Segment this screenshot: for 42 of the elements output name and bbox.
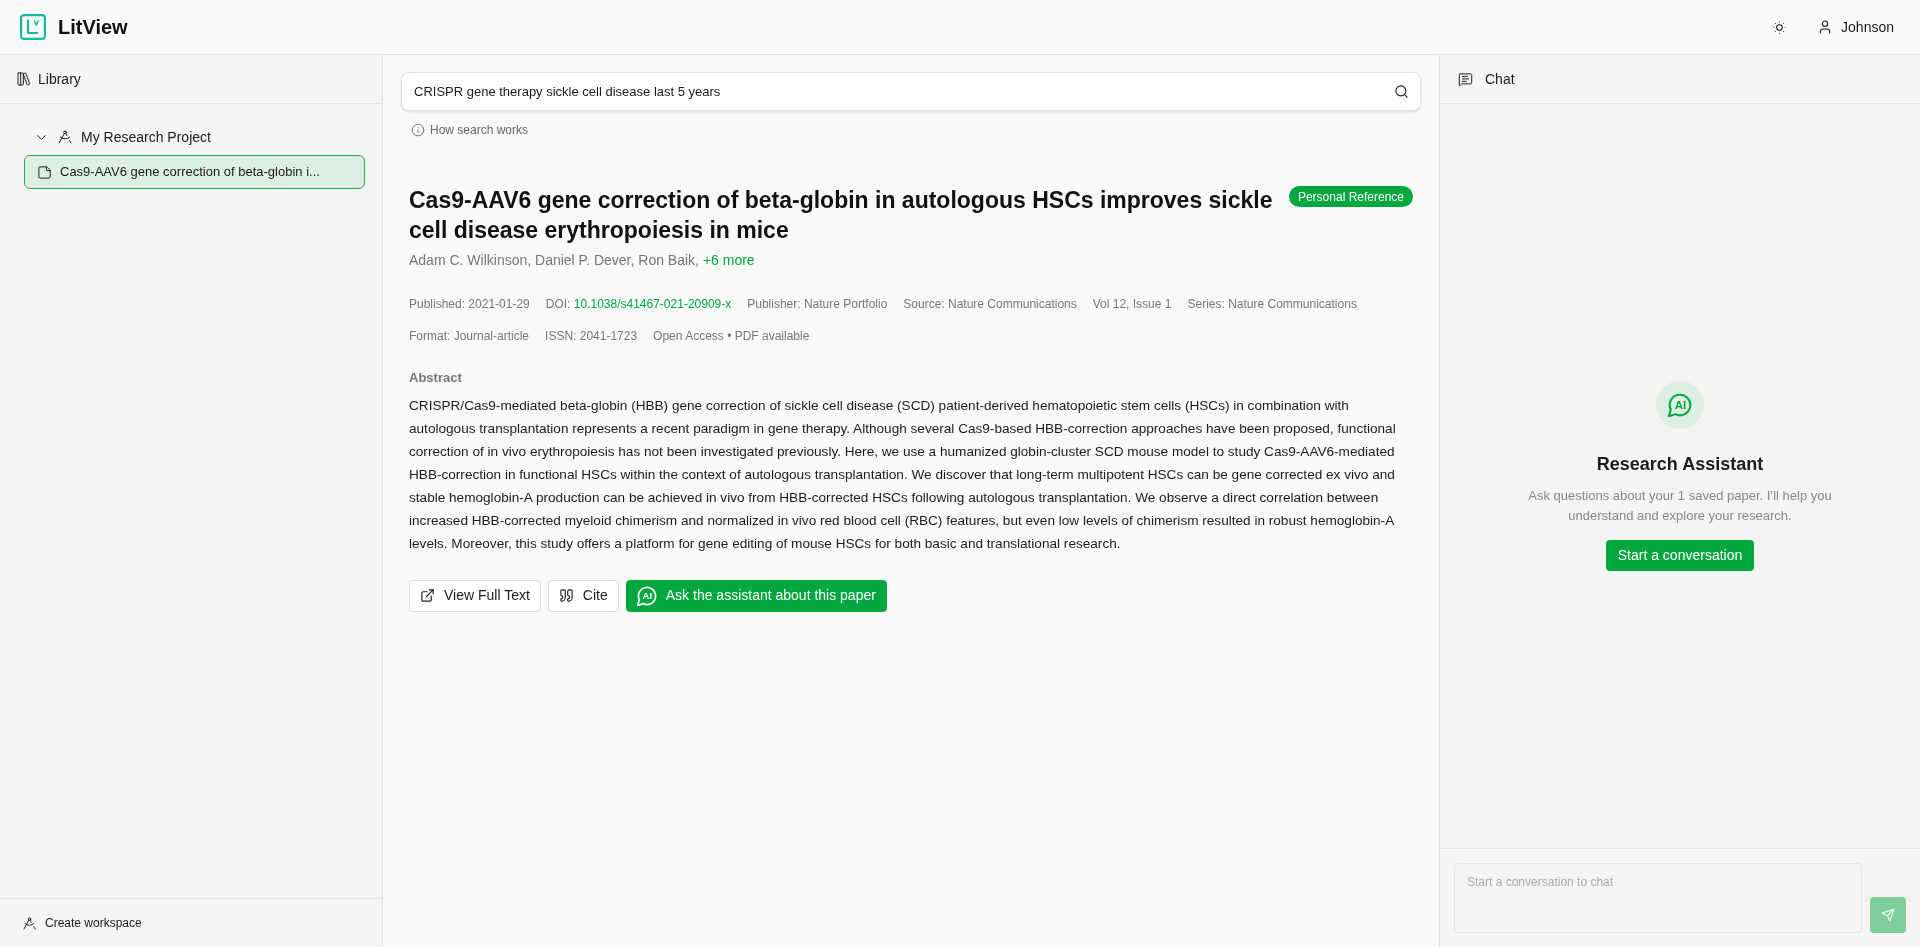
assistant-avatar-icon: AI	[1656, 381, 1704, 429]
send-icon	[1881, 908, 1895, 922]
search-field[interactable]: CRISPR gene therapy sickle cell disease last 5 years	[401, 72, 1421, 111]
sun-icon	[1770, 18, 1788, 36]
user-menu-button[interactable]: Johnson	[1817, 16, 1894, 38]
view-full-text-button[interactable]: View Full Text	[409, 579, 541, 612]
compass-icon	[57, 129, 73, 145]
meta-item: Series: Nature Communications	[1187, 296, 1357, 313]
search-icon	[1394, 84, 1409, 99]
chat-input-field[interactable]: Start a conversation to chat	[1454, 863, 1862, 933]
meta-item: Publisher: Nature Portfolio	[747, 296, 888, 313]
chat-title: Chat	[1485, 69, 1515, 89]
meta-item: ISSN: 2041-1723	[545, 328, 638, 345]
meta-item: Open Access • PDF available	[653, 328, 810, 345]
paper-authors: Adam C. Wilkinson, Daniel P. Dever, Ron Baik, +6 more	[409, 251, 756, 270]
paper-title: Cas9-AAV6 gene correction of beta-globin in autologous HSCs improves sickle cell disease erythropoiesis in mice	[409, 186, 1273, 245]
meta-item: Published: 2021-01-29	[409, 296, 530, 313]
info-icon	[411, 123, 425, 137]
meta-item: Vol 12, Issue 1	[1092, 296, 1172, 313]
ai-chat-icon: AI	[636, 585, 657, 606]
personal-reference-badge: Personal Reference	[1288, 186, 1413, 207]
abstract-text: CRISPR/Cas9-mediated beta-globin (HBB) gene correction of sickle cell disease (SCD) patient-derived hematopoietic stem cells (HSCs) in combination with autologous transplantation represents a recent paradigm in gene therapy. Although several Cas9-based HBB-correction approaches have been proposed, functional correction of in vivo erythropoiesis has not been investigated previously. Here, we use a humanized globin-cluster SCD mouse model to study Cas9-AAV6-mediated HBB-correction in functional HSCs within the context of autologous transplantation. We discover that long-term multipotent HSCs can be gene corrected ex vivo and stable hemoglobin-A production can be achieved in vivo from HBB-corrected HSCs following autologous transplantation. We observe a direct correlation between increased HBB-corrected myeloid chimerism and normalized in vivo red blood cell (RBC) features, but even low levels of chimerism resulted in robust hemoglobin-A levels. Moreover, this study offers a platform for gene editing of mouse HSCs for both basic and translational research.	[409, 396, 1397, 553]
tree-item[interactable]: My Research Project	[24, 121, 365, 153]
quote-icon	[558, 588, 574, 603]
how-search-works-link[interactable]: How search works	[411, 121, 529, 139]
sidebar-title: Library	[38, 69, 81, 89]
create-workspace-button[interactable]: Create workspace	[22, 914, 142, 932]
note-icon	[37, 164, 52, 180]
compass-icon	[22, 915, 37, 931]
meta-item: Format: Journal-article	[409, 328, 530, 345]
external-link-icon	[420, 588, 435, 603]
meta-item: DOI: 10.1038/s41467-021-20909-x	[545, 296, 732, 313]
logo-icon	[20, 14, 46, 40]
assistant-description: Ask questions about your 1 saved paper. I’ll help you understand and explore your research.	[1527, 487, 1833, 525]
tree-item[interactable]: Cas9-AAV6 gene correction of beta-globin i...	[24, 155, 365, 189]
cite-button[interactable]: Cite	[547, 579, 619, 612]
meta-item: Source: Nature Communications	[903, 296, 1077, 313]
app-name: LitView	[58, 15, 128, 40]
abstract-heading: Abstract	[409, 369, 463, 387]
assistant-heading: Research Assistant	[1596, 453, 1764, 476]
chat-icon	[1458, 71, 1473, 87]
books-icon	[16, 71, 32, 87]
